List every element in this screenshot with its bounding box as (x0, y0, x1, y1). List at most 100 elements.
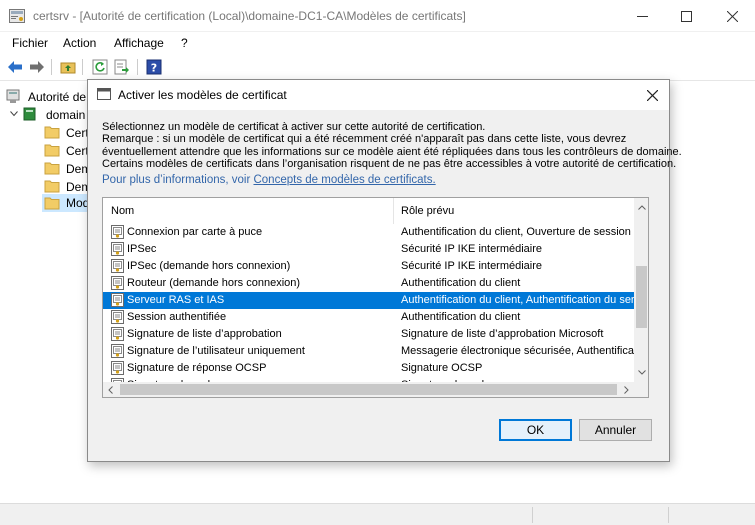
minimize-button[interactable] (619, 0, 665, 32)
toolbar: ? (0, 54, 755, 81)
horizontal-scrollbar[interactable] (103, 382, 634, 397)
list-item[interactable]: Connexion par carte à puce Authentificati… (103, 224, 634, 241)
tree-item-folder-selected[interactable]: Mod (42, 194, 92, 212)
folder-icon (44, 144, 60, 157)
more-info-text: Pour plus d’informations, voir Concepts … (102, 174, 436, 186)
list-item[interactable]: Routeur (demande hors connexion) Authenti… (103, 275, 634, 292)
template-intended-purpose: Signature de liste d’approbation Microso… (401, 328, 604, 340)
toolbar-separator (82, 59, 83, 75)
ok-button[interactable]: OK (499, 419, 572, 441)
svg-text:?: ? (151, 62, 157, 75)
export-list-button[interactable] (113, 58, 131, 76)
list-item[interactable]: Session authentifiée Authentification du … (103, 309, 634, 326)
concepts-link[interactable]: Concepts de modèles de certificats. (253, 174, 435, 186)
cancel-button[interactable]: Annuler (579, 419, 652, 441)
column-header-role[interactable]: Rôle prévu (401, 205, 454, 217)
template-intended-purpose: Messagerie électronique sécurisée, Authe… (401, 345, 634, 357)
certificate-template-icon (111, 293, 124, 307)
list-item[interactable]: Signature de l’utilisateur uniquement Mes… (103, 343, 634, 360)
refresh-icon (92, 59, 108, 75)
certificate-template-icon (111, 344, 124, 358)
certificate-template-icon (111, 276, 124, 290)
toolbar-separator (51, 59, 52, 75)
description-line: Sélectionnez un modèle de certificat à a… (102, 121, 486, 133)
template-name: Routeur (demande hors connexion) (127, 277, 301, 289)
status-bar (0, 503, 755, 525)
list-header: Nom Rôle prévu (103, 198, 634, 224)
certificate-template-icon (111, 310, 124, 324)
list-item[interactable]: IPSec Sécurité IP IKE intermédiaire (103, 241, 634, 258)
maximize-button[interactable] (663, 0, 709, 32)
template-name: Signature de liste d’approbation (127, 328, 282, 340)
console-tree: Autorité de domain Certi Certi Dem Dem M… (0, 82, 92, 525)
scroll-left-button[interactable] (103, 382, 118, 397)
back-button[interactable] (6, 58, 24, 76)
certificate-template-icon (111, 361, 124, 375)
up-folder-button[interactable] (59, 58, 77, 76)
template-name: Signature de réponse OCSP (127, 362, 267, 374)
template-intended-purpose: Authentification du client (401, 311, 521, 323)
forward-arrow-icon (30, 61, 44, 73)
template-name: Signature de l’utilisateur uniquement (127, 345, 305, 357)
list-item[interactable]: IPSec (demande hors connexion) Sécurité I… (103, 258, 634, 275)
list-item-selected[interactable]: Serveur RAS et IAS Authentification du cl… (103, 292, 634, 309)
toolbar-separator (137, 59, 138, 75)
dialog-window-icon (97, 88, 111, 100)
scroll-down-button[interactable] (634, 365, 648, 380)
certificate-template-icon (111, 327, 124, 341)
ca-server-icon (23, 107, 36, 121)
template-intended-purpose: Authentification du client (401, 277, 521, 289)
menu-action[interactable]: Action (63, 36, 96, 50)
list-item[interactable]: Signature de réponse OCSP Signature OCSP (103, 360, 634, 377)
folder-icon (44, 180, 60, 193)
description-line: éventuellement attendre que les informat… (102, 145, 682, 158)
tree-item-root-label: Autorité de (28, 90, 87, 104)
vertical-scroll-thumb[interactable] (636, 266, 647, 328)
help-button[interactable]: ? (145, 58, 163, 76)
folder-icon (44, 126, 60, 139)
window-titlebar: certsrv - [Autorité de certification (Lo… (0, 0, 755, 32)
chevron-up-icon (637, 205, 646, 210)
column-header-name[interactable]: Nom (111, 205, 134, 217)
dialog-description: Sélectionnez un modèle de certificat à a… (102, 121, 682, 171)
certificate-authority-icon (6, 89, 20, 103)
templates-list[interactable]: Nom Rôle prévu Connexion par carte à puc… (102, 197, 649, 398)
template-intended-purpose: Sécurité IP IKE intermédiaire (401, 260, 543, 272)
close-icon (646, 89, 658, 101)
template-name: Session authentifiée (127, 311, 227, 323)
tree-item-folder-label: Mod (66, 196, 90, 210)
refresh-button[interactable] (91, 58, 109, 76)
chevron-left-icon (108, 385, 113, 394)
template-name: IPSec (demande hors connexion) (127, 260, 291, 272)
menu-fichier[interactable]: Fichier (12, 36, 48, 50)
list-rows: Connexion par carte à puce Authentificati… (103, 224, 634, 382)
certificate-template-icon (111, 225, 124, 239)
template-intended-purpose: Authentification du client, Authentifica… (401, 294, 634, 306)
column-divider[interactable] (393, 198, 394, 224)
chevron-right-icon (624, 385, 629, 394)
horizontal-scroll-thumb[interactable] (120, 384, 617, 395)
menu-affichage[interactable]: Affichage (114, 36, 164, 50)
tree-item-domain-label: domain (46, 108, 86, 122)
chevron-down-icon (637, 370, 646, 375)
list-item[interactable]: Signature de liste d’approbation Signatur… (103, 326, 634, 343)
certsrv-app-icon (9, 9, 25, 23)
scroll-up-button[interactable] (634, 200, 648, 215)
maximize-icon (680, 10, 692, 22)
dialog-close-button[interactable] (635, 80, 669, 110)
minimize-icon (636, 15, 648, 17)
scroll-right-button[interactable] (619, 382, 634, 397)
folder-icon (44, 162, 60, 175)
chevron-down-icon (10, 111, 18, 117)
tree-item-root[interactable]: Autorité de (6, 88, 96, 106)
help-book-icon: ? (146, 59, 162, 75)
close-button[interactable] (709, 0, 755, 32)
certificate-template-icon (111, 259, 124, 273)
status-divider (668, 507, 669, 523)
vertical-scrollbar[interactable] (634, 198, 648, 382)
certificate-template-icon (111, 242, 124, 256)
template-intended-purpose: Signature OCSP (401, 362, 483, 374)
template-intended-purpose: Sécurité IP IKE intermédiaire (401, 243, 543, 255)
menu-help[interactable]: ? (181, 36, 188, 50)
forward-button[interactable] (28, 58, 46, 76)
